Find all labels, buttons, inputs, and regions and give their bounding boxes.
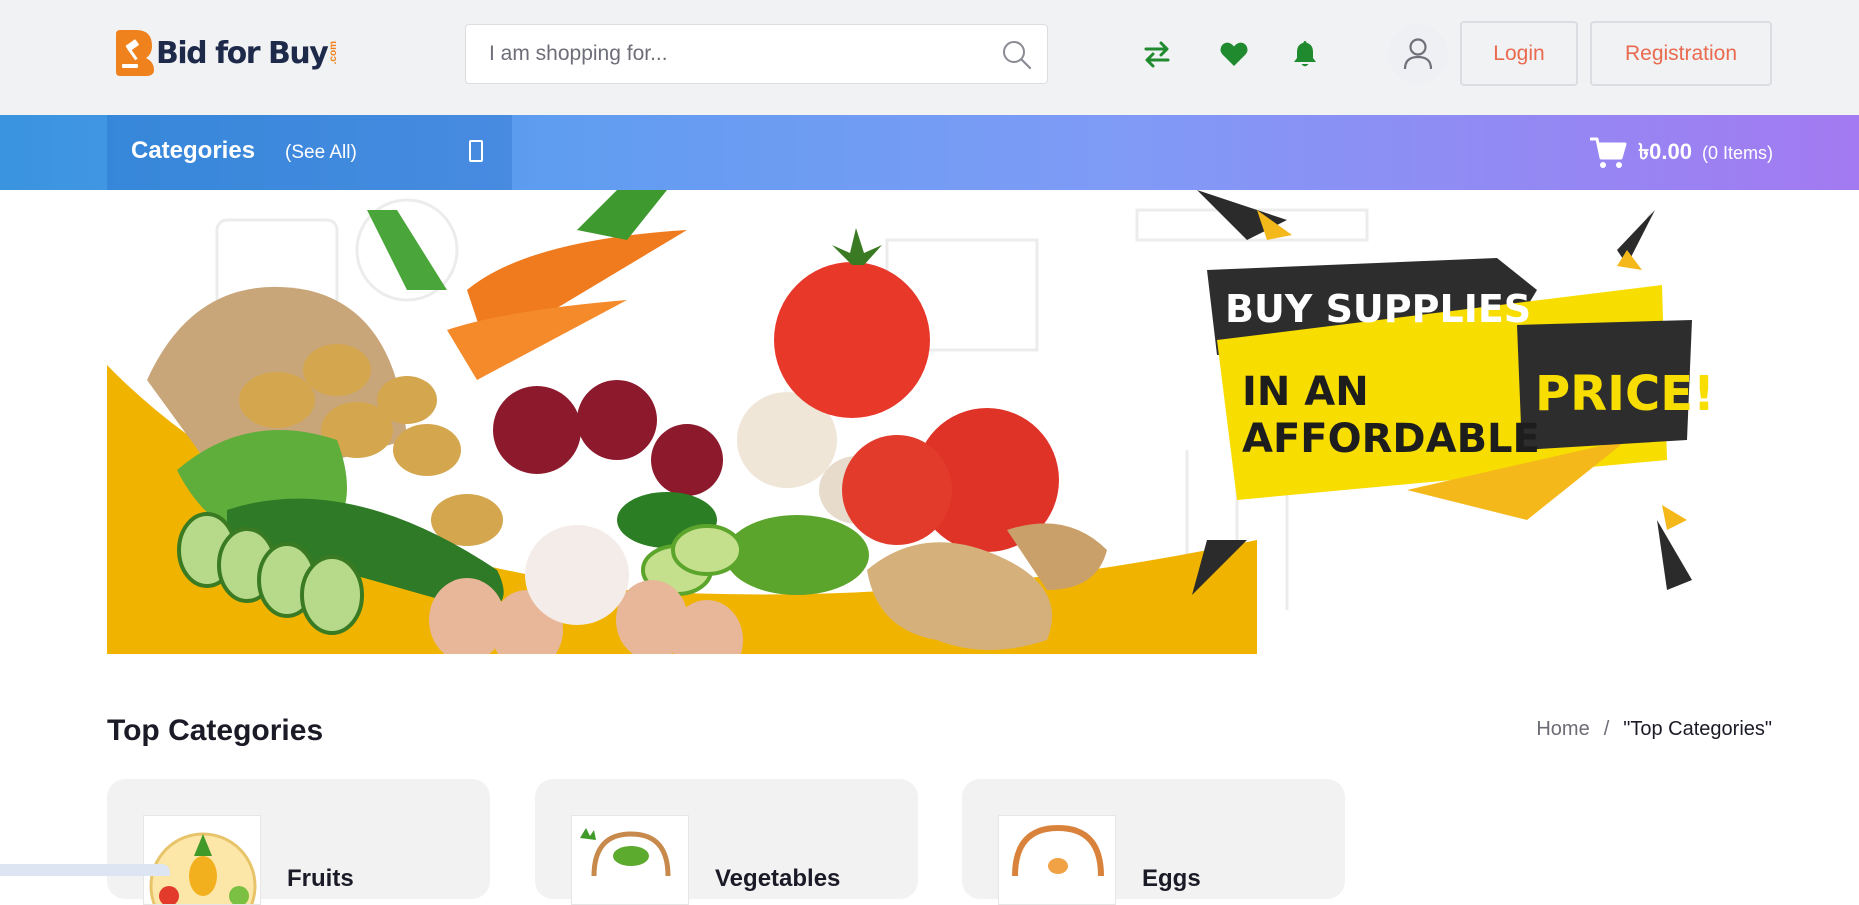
breadcrumb-home-link[interactable]: Home (1536, 718, 1589, 741)
registration-button[interactable]: Registration (1590, 21, 1772, 86)
banner-line3: AFFORDABLE (1242, 416, 1540, 462)
user-icon (1403, 38, 1433, 70)
category-thumbnail (571, 815, 689, 905)
breadcrumb: Home / "Top Categories" (1536, 718, 1772, 741)
category-card-fruits[interactable]: Fruits (107, 779, 490, 905)
categories-dropdown[interactable]: Categories (See All) (107, 115, 512, 190)
breadcrumb-current: "Top Categories" (1623, 718, 1772, 740)
search-bar (465, 24, 1048, 84)
menu-toggle-icon[interactable] (469, 140, 483, 162)
banner-illustration: BUY SUPPLIES IN AN AFFORDABLE PRICE! (107, 190, 1715, 654)
fruits-image (149, 832, 257, 904)
compare-arrows-icon[interactable] (1141, 38, 1173, 70)
heart-icon[interactable] (1218, 38, 1250, 70)
category-card-eggs[interactable]: Eggs (962, 779, 1345, 905)
vegetables-image (580, 828, 671, 877)
category-name: Vegetables (715, 865, 841, 892)
site-logo[interactable]: Bid for Buy .com (112, 26, 339, 80)
category-thumbnail (143, 815, 261, 905)
search-input[interactable] (489, 25, 989, 83)
section-title: Top Categories (107, 714, 324, 747)
floating-widget-tab[interactable] (0, 864, 170, 876)
gavel-logo-icon (116, 30, 154, 76)
cart-summary[interactable]: ৳0.00 (0 Items) (1590, 135, 1773, 171)
eggs-image (1012, 824, 1104, 877)
cart-icon (1590, 137, 1627, 168)
cart-item-count: (0 Items) (1701, 142, 1773, 163)
logo-text: Bid for Buy (156, 35, 329, 71)
category-nav-bar: Categories (See All) ৳0.00 (0 Items) (0, 115, 1859, 190)
category-name: Fruits (287, 865, 354, 892)
login-button[interactable]: Login (1460, 21, 1578, 86)
banner-line4: PRICE! (1535, 366, 1715, 422)
bell-icon[interactable] (1289, 38, 1321, 70)
logo-suffix: .com (328, 41, 340, 65)
breadcrumb-separator: / (1603, 718, 1610, 740)
category-card-vegetables[interactable]: Vegetables (535, 779, 918, 905)
promo-badge: BUY SUPPLIES IN AN AFFORDABLE PRICE! (1192, 190, 1715, 595)
banner-line2: IN AN (1242, 369, 1369, 415)
search-icon[interactable] (1001, 39, 1033, 71)
account-avatar[interactable] (1388, 24, 1448, 84)
see-all-link[interactable]: (See All) (285, 142, 357, 164)
category-name: Eggs (1142, 865, 1201, 892)
categories-label: Categories (131, 137, 256, 164)
banner-line1: BUY SUPPLIES (1225, 287, 1531, 331)
top-header: Bid for Buy .com Login Registration (0, 0, 1859, 115)
cart-amount: ৳0.00 (1638, 138, 1692, 164)
hero-banner[interactable]: BUY SUPPLIES IN AN AFFORDABLE PRICE! (107, 190, 1772, 654)
category-thumbnail (998, 815, 1116, 905)
